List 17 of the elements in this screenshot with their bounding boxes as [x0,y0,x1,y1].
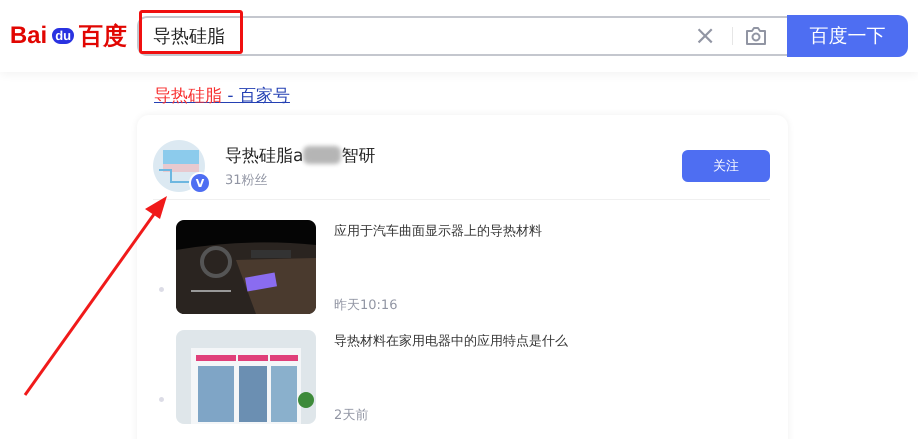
article-title[interactable]: 应用于汽车曲面显示器上的导热材料 [334,222,542,240]
bullet-dot [159,396,164,402]
search-field[interactable]: 导热硅脂 × [137,16,787,56]
search-button[interactable]: 百度一下 [787,15,908,57]
redaction-blur [303,146,342,164]
fan-count: 31粉丝 [225,172,269,188]
bullet-dot [159,286,164,292]
camera-icon[interactable] [745,27,767,45]
article-title[interactable]: 导热材料在家用电器中的应用特点是什么 [334,332,568,350]
article-time: 2天前 [334,407,370,424]
account-name[interactable]: 智研 [341,144,376,166]
logo[interactable]: Bai du 百度 [0,20,137,52]
account-name[interactable]: 导热硅脂a [225,144,304,166]
follow-button[interactable]: 关注 [682,150,770,182]
article-time: 昨天10:16 [334,297,398,314]
result-title-link[interactable]: 导热硅脂 - 百家号 [154,86,290,106]
verified-badge: V [189,172,211,194]
